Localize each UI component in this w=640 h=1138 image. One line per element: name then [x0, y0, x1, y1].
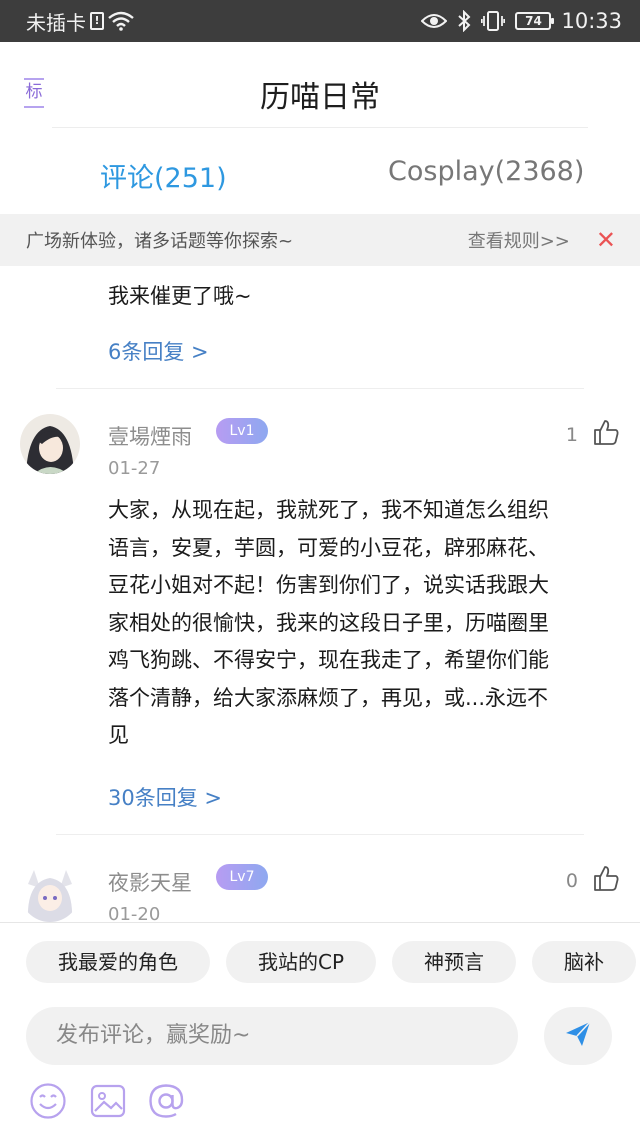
battery-icon: 74 — [515, 12, 555, 30]
like-control[interactable]: 1 — [566, 418, 620, 451]
no-sim-icon: ! — [90, 12, 104, 30]
topic-chip[interactable]: 脑补 — [532, 941, 637, 983]
comment-text: 大家，从现在起，我就死了，我不知道怎么组织 语言，安夏，芋圆，可爱的小豆花，辟邪… — [108, 492, 618, 755]
bluetooth-icon — [457, 10, 471, 32]
page-header: 标 历喵日常 — [0, 42, 640, 128]
level-badge: Lv7 — [216, 864, 268, 890]
at-icon[interactable] — [146, 1081, 186, 1121]
topic-chips: 我最爱的角色 我站的CP 神预言 脑补 — [26, 941, 637, 983]
comment-text: 我来催更了哦~ — [108, 284, 252, 308]
comment-divider — [56, 834, 584, 835]
emoji-icon[interactable] — [28, 1081, 68, 1121]
like-count: 0 — [565, 869, 578, 892]
page-title: 历喵日常 — [260, 80, 380, 115]
vibrate-icon — [481, 10, 506, 32]
comment-line: 见 — [108, 723, 129, 747]
username[interactable]: 夜影天星 — [108, 867, 192, 897]
comment-input[interactable]: 发布评论，赢奖励~ — [26, 1007, 518, 1065]
comment-line: 豆花小姐对不起！伤害到你们了，说实话我跟大 — [108, 573, 549, 597]
topic-chip[interactable]: 我最爱的角色 — [26, 941, 210, 983]
replies-link[interactable]: 30条回复 > — [108, 782, 222, 812]
tab-comments[interactable]: 评论(251) — [100, 156, 227, 195]
banner-text: 广场新体验，诸多话题等你探索~ — [26, 231, 294, 252]
level-badge: Lv1 — [216, 418, 268, 444]
like-count: 1 — [565, 423, 578, 446]
send-button[interactable] — [544, 1007, 612, 1065]
comment-date: 01-27 — [108, 458, 161, 479]
comment-line: 语言，安夏，芋圆，可爱的小豆花，辟邪麻花、 — [108, 535, 549, 560]
carrier-text: 未插卡 — [26, 10, 86, 35]
topic-chip[interactable]: 神预言 — [392, 941, 517, 983]
tab-cosplay[interactable]: Cosplay(2368) — [388, 156, 584, 187]
comment-line: 鸡飞狗跳、不得安宁，现在我走了，希望你们能 — [108, 648, 549, 672]
comment-divider — [56, 388, 584, 389]
announcement-banner: 广场新体验，诸多话题等你探索~ 查看规则>> ✕ — [0, 214, 640, 266]
send-icon — [563, 1019, 593, 1053]
like-control[interactable]: 0 — [566, 864, 620, 897]
view-rules-link[interactable]: 查看规则>> — [468, 227, 570, 253]
comment-line: 大家，从现在起，我就死了，我不知道怎么组织 — [108, 498, 549, 522]
image-icon[interactable] — [88, 1081, 128, 1121]
thumbs-up-icon[interactable] — [592, 418, 620, 451]
comment-line: 家相处的很愉快，我来的这段日子里，历喵圈里 — [108, 610, 549, 635]
wifi-icon — [108, 11, 134, 31]
comment-composer: 我最爱的角色 我站的CP 神预言 脑补 发布评论，赢奖励~ — [0, 922, 640, 1138]
avatar[interactable] — [20, 414, 80, 474]
thumbs-up-icon[interactable] — [592, 864, 620, 897]
comment-date: 01-20 — [108, 904, 161, 922]
comment-list[interactable]: 我来催更了哦~ 6条回复 > 壹場煙雨 Lv1 1 01-27 大家，从现在起，… — [0, 266, 640, 922]
eye-icon — [421, 13, 448, 29]
topic-chip[interactable]: 我站的CP — [226, 941, 377, 983]
status-bar: 未插卡 ! 74 10:33 — [0, 0, 640, 42]
close-icon[interactable]: ✕ — [596, 228, 616, 252]
username[interactable]: 壹場煙雨 — [108, 421, 192, 451]
clock: 10:33 — [561, 9, 622, 33]
replies-link[interactable]: 6条回复 > — [108, 336, 209, 366]
avatar[interactable] — [20, 862, 80, 922]
comment-line: 落个清静，给大家添麻烦了，再见，或...永远不 — [108, 685, 549, 710]
tab-bar: 评论(251) Cosplay(2368) — [0, 128, 640, 214]
